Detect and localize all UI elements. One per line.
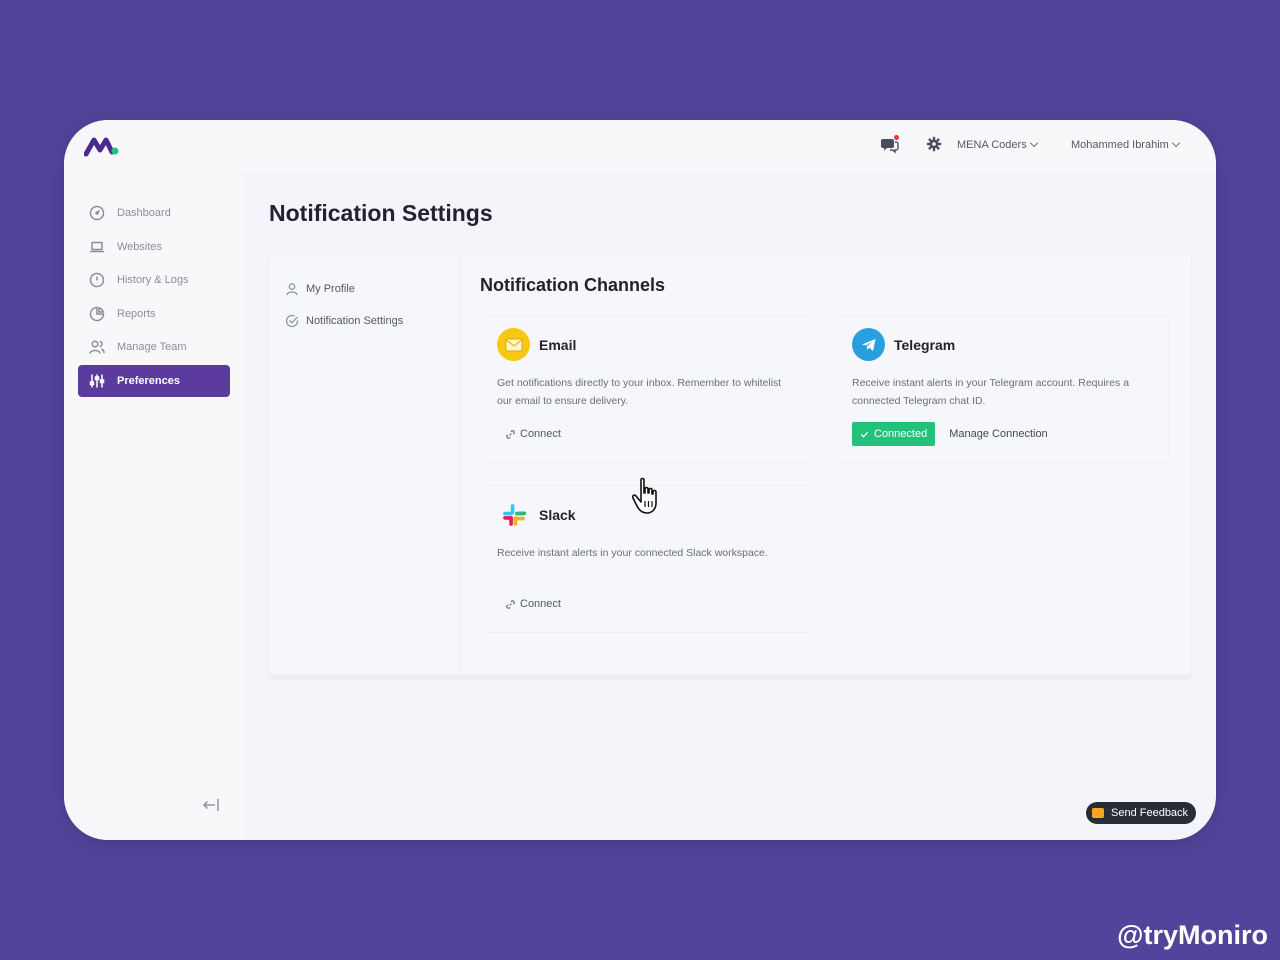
sidebar-item-label: Dashboard <box>117 207 171 219</box>
slack-icon <box>497 498 530 531</box>
connected-label: Connected <box>874 428 928 440</box>
slack-connect-button[interactable]: Connect <box>497 592 569 616</box>
card-actions: Connect <box>497 592 569 616</box>
connect-label: Connect <box>520 598 561 610</box>
laptop-icon <box>89 239 105 255</box>
notifications-button[interactable] <box>880 135 900 154</box>
manage-connection-button[interactable]: Manage Connection <box>949 428 1047 440</box>
chevron-down-icon <box>1171 138 1181 148</box>
pie-chart-icon <box>89 306 105 322</box>
email-channel-card: Email Get notifications directly to your… <box>482 315 814 463</box>
organization-dropdown[interactable]: MENA Coders <box>957 138 1038 151</box>
sidebar-item-dashboard[interactable]: Dashboard <box>78 197 230 229</box>
channel-name: Slack <box>539 506 576 523</box>
channel-name: Telegram <box>894 336 956 353</box>
email-connect-button[interactable]: Connect <box>497 422 569 446</box>
settings-panel: My Profile Notification Settings Notific… <box>269 255 1191 675</box>
connect-label: Connect <box>520 428 561 440</box>
section-title: Notification Channels <box>480 275 666 295</box>
channel-name: Email <box>539 336 577 353</box>
collapse-left-icon <box>203 799 219 811</box>
email-icon <box>497 328 530 361</box>
sidebar-item-label: Websites <box>117 240 163 253</box>
telegram-icon <box>852 328 885 361</box>
gauge-icon <box>89 205 105 221</box>
channel-description: Get notifications directly to your inbox… <box>497 377 782 407</box>
alert-circle-icon <box>89 272 105 288</box>
collapse-sidebar-button[interactable] <box>200 794 222 816</box>
chevron-down-icon <box>1029 138 1038 148</box>
sidebar-item-label: History & Logs <box>117 274 189 287</box>
user-menu-dropdown[interactable]: Mohammed Ibrahim <box>1071 138 1181 151</box>
user-icon <box>286 283 298 296</box>
card-actions: Connected Manage Connection <box>852 422 1048 446</box>
link-icon <box>506 599 515 609</box>
card-header: Telegram <box>852 328 955 361</box>
panel-divider <box>459 255 460 675</box>
subnav-item-notification-settings[interactable]: Notification Settings <box>285 305 455 337</box>
subnav-item-label: Notification Settings <box>306 315 404 327</box>
settings-subnav: My Profile Notification Settings <box>285 273 455 337</box>
sidebar-item-label: Manage Team <box>117 341 187 354</box>
page-title: Notification Settings <box>269 200 493 226</box>
sliders-icon <box>89 373 105 389</box>
user-name: Mohammed Ibrahim <box>1071 139 1169 151</box>
sidebar-item-history-logs[interactable]: History & Logs <box>78 264 230 296</box>
subnav-item-label: My Profile <box>306 283 355 295</box>
sidebar-item-label: Preferences <box>117 374 180 387</box>
channel-description: Receive instant alerts in your connected… <box>497 547 768 559</box>
feedback-label: Send Feedback <box>1111 807 1189 819</box>
check-circle-icon <box>285 314 299 328</box>
link-icon <box>506 429 515 439</box>
hand-cursor-icon <box>630 476 666 516</box>
notification-dot <box>894 135 899 140</box>
card-actions: Connect <box>497 422 569 446</box>
check-icon <box>860 431 869 438</box>
sidebar-item-preferences[interactable]: Preferences <box>78 364 230 397</box>
sidebar-nav: Dashboard Websites History & Logs Report… <box>78 197 230 399</box>
panel-bottom-edge <box>269 674 1191 680</box>
sidebar-item-websites[interactable]: Websites <box>78 231 230 263</box>
message-icon <box>1092 808 1104 818</box>
sidebar: Dashboard Websites History & Logs Report… <box>64 120 242 840</box>
sidebar-item-reports[interactable]: Reports <box>78 298 230 330</box>
channel-description: Receive instant alerts in your Telegram … <box>852 377 1130 407</box>
moniro-logo-icon[interactable] <box>83 134 124 162</box>
send-feedback-button[interactable]: Send Feedback <box>1086 802 1197 824</box>
users-icon <box>89 339 105 355</box>
sidebar-item-manage-team[interactable]: Manage Team <box>78 331 230 363</box>
subnav-item-my-profile[interactable]: My Profile <box>285 273 455 305</box>
settings-button[interactable] <box>926 136 942 152</box>
organization-name: MENA Coders <box>957 139 1027 151</box>
watermark: @tryMoniro <box>1117 920 1268 950</box>
telegram-channel-card: Telegram Receive instant alerts in your … <box>837 315 1169 463</box>
top-bar: MENA Coders Mohammed Ibrahim <box>242 120 1216 172</box>
telegram-connected-button[interactable]: Connected <box>852 422 936 446</box>
card-header: Slack <box>497 498 576 531</box>
card-header: Email <box>497 328 576 361</box>
app-window: Dashboard Websites History & Logs Report… <box>64 120 1216 840</box>
sidebar-item-label: Reports <box>117 307 156 320</box>
gear-icon <box>926 136 942 152</box>
